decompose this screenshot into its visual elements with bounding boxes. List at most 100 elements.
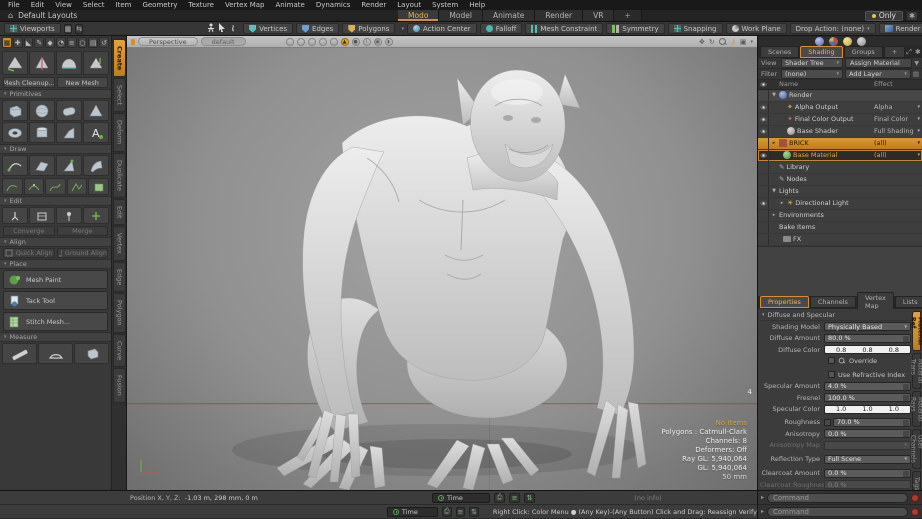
tab-edge[interactable]: Edge xyxy=(113,262,126,292)
layout-grid-icon[interactable]: ▦ xyxy=(64,24,73,34)
override-checkbox[interactable] xyxy=(828,357,835,364)
visibility-eye-icon[interactable] xyxy=(758,150,769,161)
visibility-eye-icon[interactable] xyxy=(758,114,769,125)
keyframe-icon[interactable]: ⎙ xyxy=(442,507,452,517)
mini-envelope-icon[interactable] xyxy=(903,420,909,426)
sliders-icon[interactable]: ⇅ xyxy=(469,507,479,517)
tab-shading[interactable]: Shading xyxy=(800,46,842,58)
viewport-pin-icon[interactable] xyxy=(131,39,135,45)
tab-create[interactable]: Create xyxy=(113,39,126,77)
clearcoat-amount-input[interactable]: 0.0 % xyxy=(824,469,911,478)
viewport-3d[interactable]: Perspective default ▲ ● i ▣ ◗ ✥ ↻ ⚷ ▣ xyxy=(127,36,757,490)
stitch-mesh-tool[interactable]: Stitch Mesh... xyxy=(3,312,108,331)
mini-envelope-icon[interactable] xyxy=(903,395,909,401)
cone-preset-button[interactable] xyxy=(2,51,28,75)
pen-tool-icon[interactable]: ✎ xyxy=(34,37,44,48)
sheet-draw-icon[interactable] xyxy=(83,155,109,176)
tab-properties[interactable]: Properties xyxy=(760,296,809,308)
pin-icon[interactable] xyxy=(56,207,82,224)
tab-material-trans[interactable]: Material Trans xyxy=(912,353,921,389)
primitives-section-header[interactable]: ▾Primitives xyxy=(0,89,111,99)
command-input-1[interactable]: Command xyxy=(767,493,908,503)
tree-row-base-material[interactable]: Base Material (all)▾ xyxy=(758,150,922,162)
gear-icon[interactable]: ✱ xyxy=(906,11,918,21)
tab-modo[interactable]: Modo xyxy=(398,10,439,21)
tree-row-bake-items[interactable]: Bake Items xyxy=(758,222,922,234)
wedge-primitive-icon[interactable] xyxy=(56,122,82,143)
cube-tool-icon[interactable]: ▦ xyxy=(2,37,12,48)
anisotropy-map-select[interactable]: ▾ xyxy=(824,441,911,450)
paint-select-icon[interactable] xyxy=(232,25,234,32)
maximize-icon[interactable]: ▣ xyxy=(740,38,747,46)
shader-ball-multi-icon[interactable] xyxy=(829,37,838,46)
sphere-primitive-icon[interactable] xyxy=(29,100,55,121)
tab-channels[interactable]: Channels xyxy=(810,296,856,308)
tree-row-lights[interactable]: ▼ Lights xyxy=(758,186,922,198)
cube-primitive-icon[interactable] xyxy=(2,100,28,121)
dial-tool-icon[interactable]: ◔ xyxy=(56,37,66,48)
torus-primitive-icon[interactable] xyxy=(2,122,28,143)
menu-geometry[interactable]: Geometry xyxy=(142,1,177,9)
patch-curve-tool-icon[interactable] xyxy=(88,178,109,195)
diffuse-specular-section[interactable]: ▾ Diffuse and Specular xyxy=(760,310,911,321)
mesh-constraint-button[interactable]: Mesh Constraint xyxy=(525,23,603,34)
menu-vertex-map[interactable]: Vertex Map xyxy=(225,1,265,9)
snapping-button[interactable]: Snapping xyxy=(668,23,723,34)
rows-tool-icon[interactable]: ▤ xyxy=(88,37,98,48)
viewport-option-1-icon[interactable] xyxy=(286,38,294,46)
add-geometry-icon[interactable] xyxy=(83,207,109,224)
viewport-option-9-icon[interactable]: ◗ xyxy=(385,38,393,46)
pan-icon[interactable]: ✥ xyxy=(699,38,705,46)
menu-layout[interactable]: Layout xyxy=(397,1,421,9)
tree-row-render[interactable]: ▼ Render xyxy=(758,90,922,102)
cone-primitive-icon[interactable] xyxy=(83,100,109,121)
sliders-icon[interactable]: ⇅ xyxy=(524,493,535,503)
visibility-eye-icon[interactable] xyxy=(758,102,769,113)
menu-edit[interactable]: Edit xyxy=(31,1,45,9)
dimension-cube-icon[interactable] xyxy=(74,343,109,364)
tab-vertex[interactable]: Vertex xyxy=(113,226,126,261)
vertices-mode-button[interactable]: Vertices xyxy=(243,23,293,34)
cylinder-primitive-icon[interactable] xyxy=(29,122,55,143)
tree-row-base-shader[interactable]: Base Shader Full Shading▾ xyxy=(758,126,922,138)
list-tool-icon[interactable]: ≡ xyxy=(67,37,77,48)
viewport-option-3-icon[interactable] xyxy=(308,38,316,46)
keyframe-icon[interactable]: ⎙ xyxy=(494,493,505,503)
mesh-paint-tool[interactable]: Mesh Paint xyxy=(3,270,108,289)
reflection-type-select[interactable]: Full Scene▾ xyxy=(824,455,911,464)
menu-select[interactable]: Select xyxy=(83,1,105,9)
tab-add[interactable]: + xyxy=(884,46,905,58)
anisotropy-input[interactable]: 0.0 % xyxy=(824,429,911,438)
add-layout-tab-button[interactable]: + xyxy=(614,10,641,21)
triangle-draw-icon[interactable] xyxy=(56,155,82,176)
mini-envelope-icon[interactable] xyxy=(903,384,909,390)
menu-item[interactable]: Item xyxy=(116,1,132,9)
align-section-header[interactable]: ▾Align xyxy=(0,237,111,247)
collapse-caret-icon[interactable]: ▼ xyxy=(771,92,777,98)
ruler-icon[interactable] xyxy=(2,343,37,364)
viewport-option-8-icon[interactable]: ▣ xyxy=(374,38,382,46)
edit-section-header[interactable]: ▾Edit xyxy=(0,196,111,206)
tree-row-brick[interactable]: ▸ BRICK (all)▾ xyxy=(758,138,922,150)
refresh-tool-icon[interactable]: ↺ xyxy=(99,37,109,48)
list-icon[interactable]: ≡ xyxy=(456,507,466,517)
menu-render[interactable]: Render xyxy=(361,1,386,9)
draw-section-header[interactable]: ▾Draw xyxy=(0,144,111,154)
clearcoat-roughness-input[interactable]: 0.0 % xyxy=(824,480,911,489)
capsule-primitive-icon[interactable] xyxy=(56,100,82,121)
tree-row-final-color-output[interactable]: ✦ Final Color Output Final Color▾ xyxy=(758,114,922,126)
use-refractive-checkbox[interactable] xyxy=(828,371,835,378)
viewport-perspective-tab[interactable]: Perspective xyxy=(138,37,198,46)
viewport-option-5-icon[interactable] xyxy=(330,38,338,46)
expand-icon[interactable]: ⤢ xyxy=(906,48,912,57)
visibility-eye-icon[interactable] xyxy=(758,126,769,137)
measure-section-header[interactable]: ▾Measure xyxy=(0,332,111,342)
diamond-tool-icon[interactable]: ◆ xyxy=(45,37,55,48)
move-tool-icon[interactable]: ✚ xyxy=(13,37,23,48)
tab-select[interactable]: Select xyxy=(113,78,126,112)
layers-icon[interactable]: ▤ xyxy=(913,70,919,78)
tab-curve[interactable]: Curve xyxy=(113,334,126,367)
viewport-warning-icon[interactable]: ▲ xyxy=(341,38,349,46)
specular-color-input[interactable]: 1.0 1.0 1.0 xyxy=(824,405,911,414)
tab-scenes[interactable]: Scenes xyxy=(760,46,799,58)
